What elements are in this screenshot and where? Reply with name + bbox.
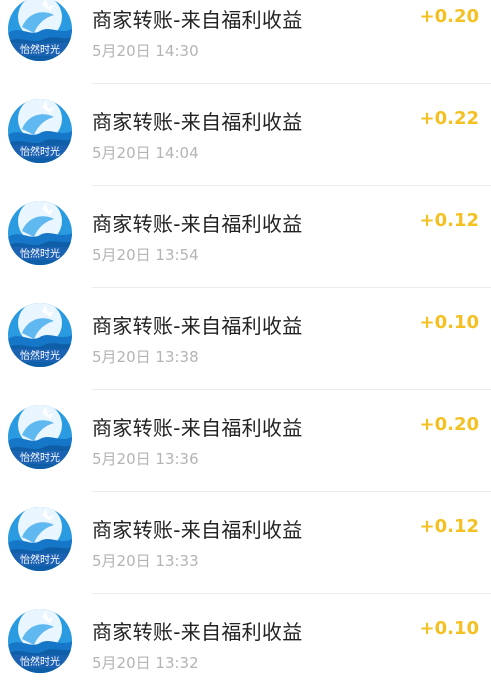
transaction-amount: +0.20 xyxy=(419,6,480,27)
transaction-title: 商家转账-来自福利收益 xyxy=(92,110,303,134)
transaction-list: 怡然时光 商家转账-来自福利收益 5月20日 14:30 +0.20 怡然时光 … xyxy=(0,0,491,696)
transaction-amount: +0.12 xyxy=(419,210,480,231)
transaction-amount: +0.20 xyxy=(419,414,480,435)
avatar-label: 怡然时光 xyxy=(20,451,60,464)
avatar-label: 怡然时光 xyxy=(20,349,60,362)
transaction-title: 商家转账-来自福利收益 xyxy=(92,314,303,338)
merchant-avatar-icon: 怡然时光 xyxy=(8,0,72,61)
transaction-item[interactable]: 怡然时光 商家转账-来自福利收益 5月20日 14:30 +0.20 xyxy=(0,0,491,84)
transaction-title: 商家转账-来自福利收益 xyxy=(92,518,303,542)
transaction-title: 商家转账-来自福利收益 xyxy=(92,620,303,644)
merchant-avatar-icon: 怡然时光 xyxy=(8,201,72,265)
merchant-avatar-icon: 怡然时光 xyxy=(8,609,72,673)
merchant-avatar-icon: 怡然时光 xyxy=(8,303,72,367)
transaction-item[interactable]: 怡然时光 商家转账-来自福利收益 5月20日 13:36 +0.20 xyxy=(0,390,491,492)
transaction-amount: +0.10 xyxy=(419,312,480,333)
merchant-avatar-icon: 怡然时光 xyxy=(8,405,72,469)
transaction-time: 5月20日 13:54 xyxy=(92,246,199,264)
transaction-amount: +0.10 xyxy=(419,618,480,639)
avatar-label: 怡然时光 xyxy=(20,145,60,158)
avatar-label: 怡然时光 xyxy=(20,247,60,260)
avatar-label: 怡然时光 xyxy=(20,655,60,668)
merchant-avatar-icon: 怡然时光 xyxy=(8,507,72,571)
transaction-item[interactable]: 怡然时光 商家转账-来自福利收益 5月20日 13:54 +0.12 xyxy=(0,186,491,288)
transaction-title: 商家转账-来自福利收益 xyxy=(92,416,303,440)
transaction-time: 5月20日 13:38 xyxy=(92,348,199,366)
transaction-item[interactable]: 怡然时光 商家转账-来自福利收益 5月20日 13:32 +0.10 xyxy=(0,594,491,696)
transaction-item[interactable]: 怡然时光 商家转账-来自福利收益 5月20日 14:04 +0.22 xyxy=(0,84,491,186)
transaction-time: 5月20日 13:36 xyxy=(92,450,199,468)
merchant-avatar-icon: 怡然时光 xyxy=(8,99,72,163)
transaction-amount: +0.12 xyxy=(419,516,480,537)
transaction-time: 5月20日 14:04 xyxy=(92,144,199,162)
transaction-amount: +0.22 xyxy=(419,108,480,129)
avatar-label: 怡然时光 xyxy=(20,553,60,566)
transaction-item[interactable]: 怡然时光 商家转账-来自福利收益 5月20日 13:38 +0.10 xyxy=(0,288,491,390)
transaction-title: 商家转账-来自福利收益 xyxy=(92,212,303,236)
avatar-label: 怡然时光 xyxy=(20,43,60,56)
transaction-time: 5月20日 13:33 xyxy=(92,552,199,570)
transaction-time: 5月20日 13:32 xyxy=(92,654,199,672)
transaction-item[interactable]: 怡然时光 商家转账-来自福利收益 5月20日 13:33 +0.12 xyxy=(0,492,491,594)
transaction-time: 5月20日 14:30 xyxy=(92,42,199,60)
transaction-title: 商家转账-来自福利收益 xyxy=(92,8,303,32)
